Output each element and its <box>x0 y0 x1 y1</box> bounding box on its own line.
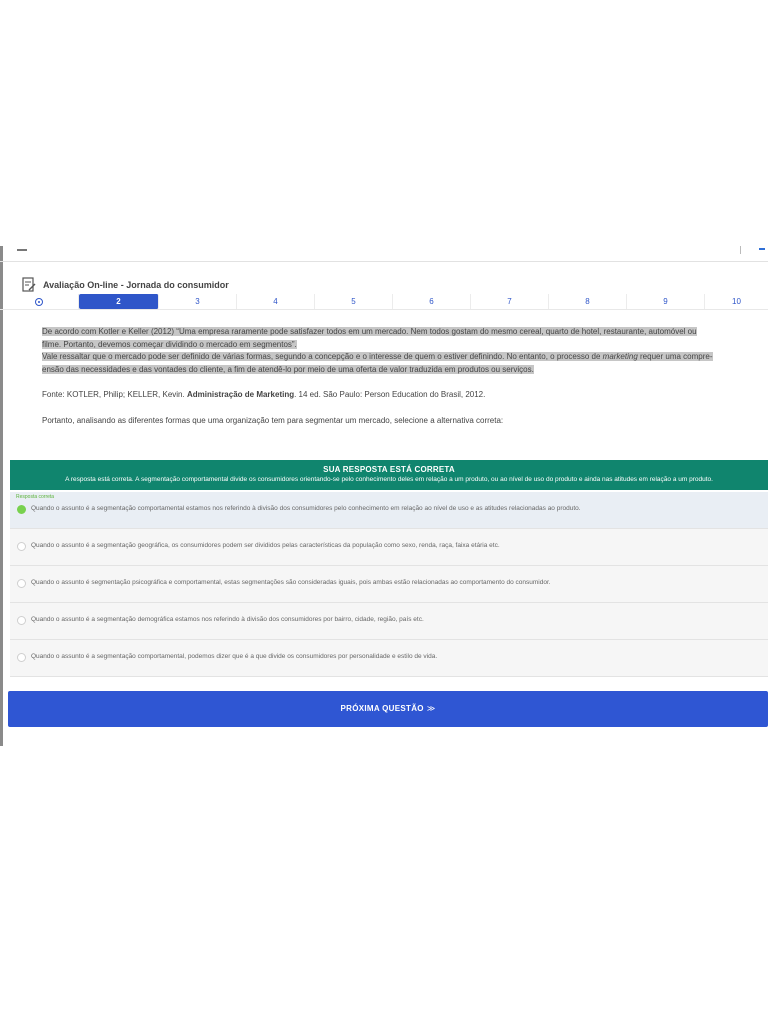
question-tab-7[interactable]: 7 <box>471 294 549 309</box>
feedback-title: SUA RESPOSTA ESTÁ CORRETA <box>323 465 455 474</box>
next-question-button[interactable]: PRÓXIMA QUESTÃO ≫ <box>8 691 768 727</box>
answer-text: Quando o assunto é a segmentação geográf… <box>31 542 500 549</box>
question-tab-3[interactable]: 3 <box>159 294 237 309</box>
passage-line: filme. Portanto, devemos começar dividin… <box>42 339 297 349</box>
passage-source: Fonte: KOTLER, Philip; KELLER, Kevin. Ad… <box>42 390 486 399</box>
radio-icon[interactable] <box>17 542 26 551</box>
window-edge <box>0 246 3 746</box>
next-question-label: PRÓXIMA QUESTÃO <box>340 704 424 713</box>
divider <box>740 246 741 254</box>
radio-selected-icon[interactable] <box>17 505 26 514</box>
answer-option[interactable]: Quando o assunto é segmentação psicográf… <box>10 566 768 603</box>
question-navigator: 2 3 4 5 6 7 8 9 10 <box>0 294 768 310</box>
question-tab-5[interactable]: 5 <box>315 294 393 309</box>
answer-option[interactable]: Resposta correta Quando o assunto é a se… <box>10 492 768 529</box>
radio-icon[interactable] <box>17 653 26 662</box>
question-tab-10[interactable]: 10 <box>705 294 768 309</box>
quiz-header: Avaliação On-line - Jornada do consumido… <box>22 276 229 294</box>
page-title: Avaliação On-line - Jornada do consumido… <box>43 280 229 290</box>
answer-option[interactable]: Quando o assunto é a segmentação demográ… <box>10 603 768 640</box>
radio-icon[interactable] <box>17 579 26 588</box>
menu-icon[interactable] <box>759 248 765 250</box>
edit-document-icon <box>22 277 36 293</box>
feedback-text: A resposta está correta. A segmentação c… <box>65 476 713 483</box>
passage-emphasis: marketing <box>602 352 638 361</box>
answer-text: Quando o assunto é a segmentação demográ… <box>31 616 424 623</box>
answer-option[interactable]: Quando o assunto é a segmentação comport… <box>10 640 768 677</box>
question-tab-8[interactable]: 8 <box>549 294 627 309</box>
feedback-banner: SUA RESPOSTA ESTÁ CORRETA A resposta est… <box>10 460 768 490</box>
answer-text: Quando o assunto é a segmentação comport… <box>31 653 438 660</box>
top-bar <box>0 246 768 262</box>
question-passage: De acordo com Kotler e Keller (2012) “Um… <box>42 326 752 427</box>
question-tab-4[interactable]: 4 <box>237 294 315 309</box>
passage-line: Vale ressaltar que o mercado pode ser de… <box>42 352 601 361</box>
question-prompt: Portanto, analisando as diferentes forma… <box>42 415 504 425</box>
passage-line: requer uma compre- <box>640 352 713 361</box>
question-1-tab[interactable] <box>0 294 79 309</box>
radio-icon[interactable] <box>17 616 26 625</box>
answered-dot-icon <box>35 297 43 306</box>
quiz-screen: Avaliação On-line - Jornada do consumido… <box>0 246 768 774</box>
answer-text: Quando o assunto é a segmentação comport… <box>31 505 581 512</box>
double-chevron-right-icon: ≫ <box>426 704 436 713</box>
answer-list: Resposta correta Quando o assunto é a se… <box>10 492 768 677</box>
question-tab-9[interactable]: 9 <box>627 294 705 309</box>
question-tab-2[interactable]: 2 <box>79 294 159 309</box>
passage-line: ensão das necessidades e das vontades do… <box>42 364 534 374</box>
question-tab-6[interactable]: 6 <box>393 294 471 309</box>
correct-answer-tag: Resposta correta <box>16 494 55 500</box>
answer-text: Quando o assunto é segmentação psicográf… <box>31 579 551 586</box>
answer-option[interactable]: Quando o assunto é a segmentação geográf… <box>10 529 768 566</box>
passage-line: De acordo com Kotler e Keller (2012) “Um… <box>42 327 697 336</box>
minimize-icon[interactable] <box>17 249 27 251</box>
